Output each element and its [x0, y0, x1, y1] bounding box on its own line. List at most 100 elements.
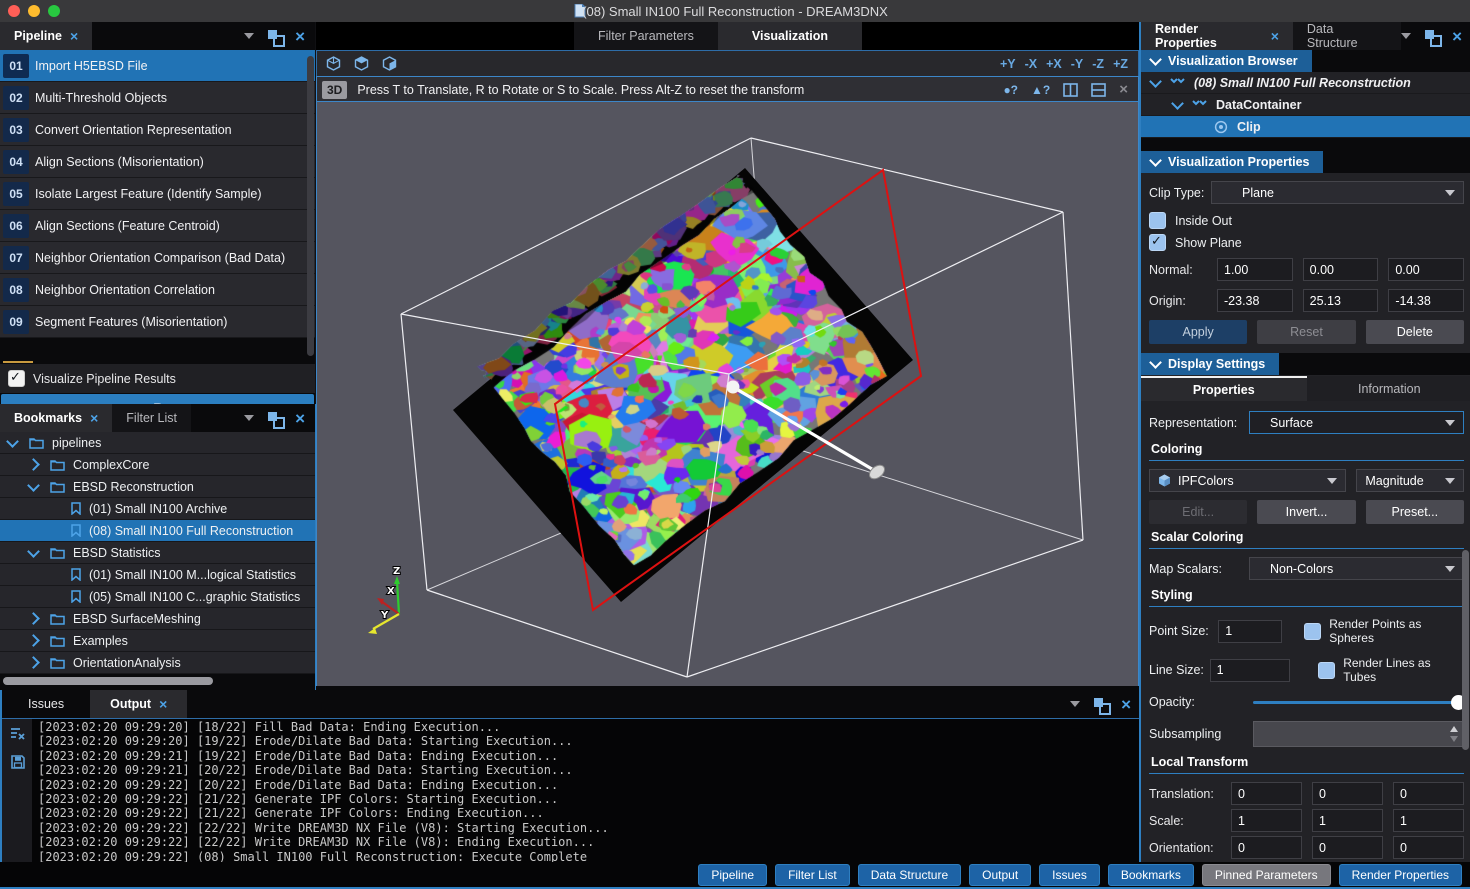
bookmarks-pipeline-item[interactable]: (05) Small IN100 C...graphic Statistics — [0, 586, 315, 608]
tab-output[interactable]: Output × — [90, 690, 187, 718]
tab-render-properties[interactable]: Render Properties × — [1141, 22, 1293, 50]
tab-visualization[interactable]: Visualization — [718, 22, 862, 50]
axis-view-minusZ[interactable]: -Z — [1092, 57, 1104, 71]
float-panel-icon[interactable] — [1425, 30, 1438, 43]
bookmarks-folder[interactable]: pipelines — [0, 432, 315, 454]
origin-field-1[interactable]: 25.13 — [1303, 289, 1379, 312]
tab-information[interactable]: Information — [1307, 376, 1470, 401]
axis-view-minusX[interactable]: -X — [1025, 57, 1038, 71]
split-vertical-icon[interactable] — [1063, 83, 1078, 97]
translation-field-0[interactable]: 0 — [1231, 782, 1302, 805]
representation-dropdown[interactable]: Surface — [1249, 411, 1464, 434]
tab-issues[interactable]: Issues — [2, 690, 90, 718]
pipeline-step[interactable]: 01Import H5EBSD File — [0, 50, 315, 82]
color-array-dropdown[interactable]: IPFColors — [1149, 469, 1346, 492]
edit-colormap-button[interactable]: Edit... — [1149, 500, 1247, 524]
pipeline-step[interactable]: 08Neighbor Orientation Correlation — [0, 274, 315, 306]
chevron-right-icon[interactable] — [27, 634, 40, 647]
float-panel-icon[interactable] — [268, 412, 281, 425]
pipeline-step[interactable]: 05Isolate Largest Feature (Identify Samp… — [0, 178, 315, 210]
chevron-right-icon[interactable] — [27, 656, 40, 669]
dock-toggle-data-structure[interactable]: Data Structure — [858, 864, 961, 886]
camera-reset-icon[interactable] — [325, 56, 342, 73]
dock-toggle-pipeline[interactable]: Pipeline — [698, 864, 767, 886]
plane-normal-handle[interactable] — [867, 462, 887, 481]
float-panel-icon[interactable] — [268, 30, 281, 43]
normal-field-0[interactable]: 1.00 — [1217, 258, 1293, 281]
cell-picker-icon[interactable]: ▲? — [1031, 83, 1050, 97]
pipeline-step[interactable]: 07Neighbor Orientation Comparison (Bad D… — [0, 242, 315, 274]
invert-colormap-button[interactable]: Invert... — [1257, 500, 1355, 524]
pipeline-step[interactable]: 03Convert Orientation Representation — [0, 114, 315, 146]
inside-out-checkbox[interactable] — [1149, 212, 1166, 229]
chevron-down-icon[interactable] — [27, 545, 40, 558]
chevron-right-icon[interactable] — [27, 612, 40, 625]
point-picker-icon[interactable]: ●? — [1003, 83, 1018, 97]
pipeline-step[interactable]: 06Align Sections (Feature Centroid) — [0, 210, 315, 242]
tab-filter-parameters[interactable]: Filter Parameters — [574, 22, 718, 50]
orientation-field-1[interactable]: 0 — [1312, 836, 1383, 859]
clear-console-icon[interactable] — [10, 727, 26, 741]
spin-down-icon[interactable] — [1450, 736, 1458, 742]
spin-up-icon[interactable] — [1450, 726, 1458, 732]
line-size-field[interactable]: 1 — [1210, 659, 1291, 682]
browser-item-datacontainer[interactable]: DataContainer — [1141, 94, 1470, 116]
panel-menu-icon[interactable] — [1070, 701, 1080, 707]
reset-button[interactable]: Reset — [1257, 320, 1355, 344]
dock-toggle-output[interactable]: Output — [969, 864, 1031, 886]
close-panel-icon[interactable]: × — [1121, 696, 1131, 713]
bookmarks-folder[interactable]: ComplexCore — [0, 454, 315, 476]
component-dropdown[interactable]: Magnitude — [1356, 469, 1464, 492]
bookmarks-folder[interactable]: EBSD Reconstruction — [0, 476, 315, 498]
tab-filter-list[interactable]: Filter List — [112, 404, 191, 432]
camera-iso-view-icon[interactable] — [381, 56, 398, 73]
render-panel-scrollbar[interactable] — [1462, 550, 1469, 750]
preset-colormap-button[interactable]: Preset... — [1366, 500, 1464, 524]
dock-toggle-filter-list[interactable]: Filter List — [775, 864, 850, 886]
axis-view-plusX[interactable]: +X — [1046, 57, 1062, 71]
apply-button[interactable]: Apply — [1149, 320, 1247, 344]
close-panel-icon[interactable]: × — [295, 28, 305, 45]
scale-field-2[interactable]: 1 — [1393, 809, 1464, 832]
close-panel-icon[interactable]: × — [1452, 28, 1462, 45]
chevron-down-icon[interactable] — [6, 435, 19, 448]
point-size-field[interactable]: 1 — [1218, 620, 1282, 643]
visualize-results-checkbox[interactable] — [8, 370, 25, 387]
show-plane-checkbox[interactable] — [1149, 234, 1166, 251]
bookmarks-pipeline-item[interactable]: (08) Small IN100 Full Reconstruction — [0, 520, 315, 542]
browser-item--08-small-in100-full-reconstruction[interactable]: (08) Small IN100 Full Reconstruction — [1141, 72, 1470, 94]
dock-toggle-bookmarks[interactable]: Bookmarks — [1108, 864, 1194, 886]
bookmarks-pipeline-item[interactable]: (01) Small IN100 M...logical Statistics — [0, 564, 315, 586]
chevron-right-icon[interactable] — [27, 458, 40, 471]
console-log[interactable]: [2023:02:20 09:29:20] [18/22] Fill Bad D… — [32, 719, 1139, 862]
pipeline-step[interactable]: 04Align Sections (Misorientation) — [0, 146, 315, 178]
pipeline-scrollbar[interactable] — [307, 56, 314, 356]
chevron-down-icon[interactable] — [1171, 97, 1184, 110]
bookmarks-pipeline-item[interactable]: (01) Small IN100 Archive — [0, 498, 315, 520]
tab-bookmarks[interactable]: Bookmarks × — [0, 404, 112, 432]
scale-field-1[interactable]: 1 — [1312, 809, 1383, 832]
points-as-spheres-checkbox[interactable] — [1304, 623, 1321, 640]
panel-menu-icon[interactable] — [244, 415, 254, 421]
delete-button[interactable]: Delete — [1366, 320, 1464, 344]
close-tab-icon[interactable]: × — [159, 697, 167, 711]
normal-field-2[interactable]: 0.00 — [1388, 258, 1464, 281]
bookmarks-folder[interactable]: EBSD Statistics — [0, 542, 315, 564]
save-log-icon[interactable] — [11, 755, 25, 769]
bookmarks-hscrollbar[interactable] — [3, 677, 213, 685]
dock-toggle-render-properties[interactable]: Render Properties — [1339, 864, 1462, 886]
bookmarks-folder[interactable]: EBSD SurfaceMeshing — [0, 608, 315, 630]
bookmarks-folder[interactable]: Examples — [0, 630, 315, 652]
browser-item-clip[interactable]: Clip — [1141, 116, 1470, 138]
close-tab-icon[interactable]: × — [1271, 29, 1279, 43]
chevron-down-icon[interactable] — [1149, 75, 1162, 88]
chevron-down-icon[interactable] — [27, 479, 40, 492]
tab-data-structure[interactable]: Data Structure — [1293, 22, 1401, 50]
pipeline-step[interactable]: 09Segment Features (Misorientation) — [0, 306, 315, 338]
split-horizontal-icon[interactable] — [1091, 83, 1106, 97]
pipeline-step[interactable]: 02Multi-Threshold Objects — [0, 82, 315, 114]
dock-toggle-issues[interactable]: Issues — [1039, 864, 1100, 886]
normal-field-1[interactable]: 0.00 — [1303, 258, 1379, 281]
dock-toggle-pinned-parameters[interactable]: Pinned Parameters — [1202, 864, 1331, 886]
panel-menu-icon[interactable] — [1401, 33, 1411, 39]
